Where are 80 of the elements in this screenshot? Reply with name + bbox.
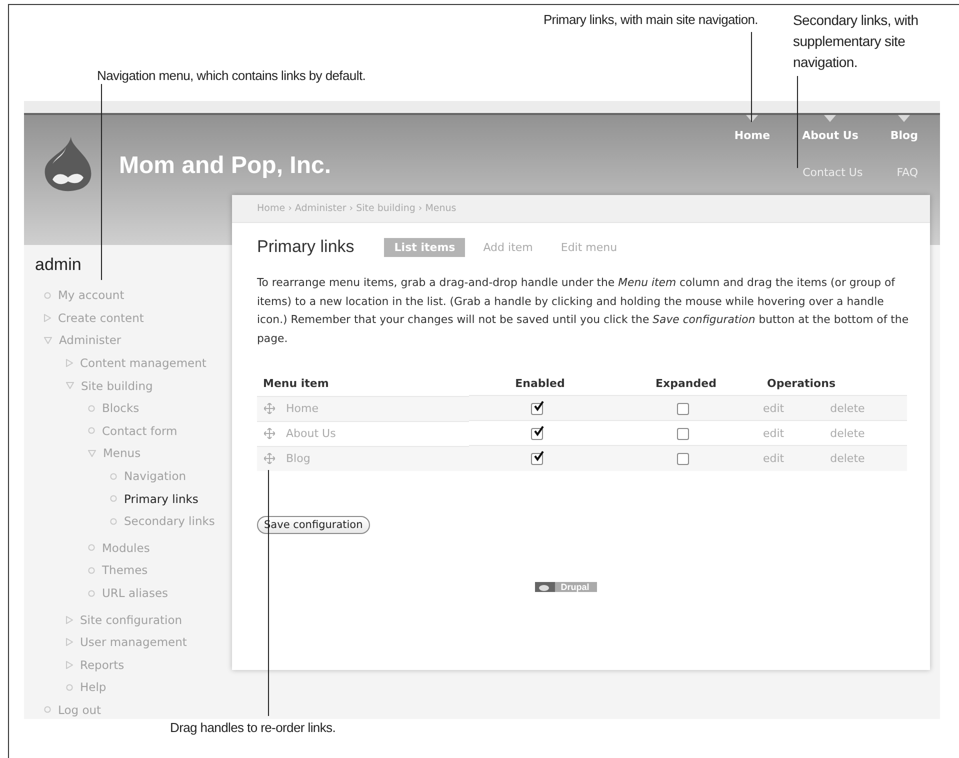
circle-bullet-icon [44,706,51,714]
down-triangle-icon [44,336,52,344]
tab[interactable]: Add item [473,238,543,256]
edit-link[interactable]: edit [763,426,784,440]
down-triangle-icon [88,450,96,457]
sidebar-item[interactable]: Content management [80,356,206,370]
column-header: Menu item [263,377,329,390]
circle-bullet-icon [88,566,95,574]
right-triangle-icon [66,616,73,624]
sidebar-item[interactable]: My account [58,288,124,302]
circle-bullet-icon [88,427,95,434]
down-triangle-icon [66,382,74,390]
pointer-icon [824,115,836,122]
primary-link[interactable]: About Us [802,129,858,142]
edit-link[interactable]: edit [763,402,784,415]
circle-bullet-icon [44,292,51,299]
sidebar-item[interactable]: Reports [80,658,124,672]
powered-by-badge[interactable]: Drupal [534,582,598,592]
callout-text: Drag handles to re-order links. [170,720,336,735]
sidebar-item[interactable]: Help [80,680,106,694]
circle-bullet-icon [66,684,73,691]
sidebar-item[interactable]: Navigation [124,469,186,484]
circle-bullet-icon [88,544,95,552]
expanded-checkbox[interactable] [677,453,689,466]
column-header: Enabled [515,376,565,390]
expanded-checkbox[interactable] [677,428,689,440]
callout-text: Primary links, with main site navigation. [543,12,758,27]
sidebar-item[interactable]: Create content [58,310,144,325]
delete-link[interactable]: delete [830,426,865,440]
sidebar-item[interactable]: Blocks [102,401,140,416]
sidebar-item[interactable]: Primary links [124,492,198,506]
sidebar-item[interactable]: URL aliases [102,586,168,600]
enabled-checkbox[interactable] [531,453,543,466]
primary-link[interactable]: Blog [890,129,918,142]
drag-handle-icon[interactable] [264,428,275,440]
tab[interactable]: List items [384,238,466,256]
pointer-icon [898,115,910,122]
delete-link[interactable]: delete [830,452,865,466]
right-triangle-icon [66,359,73,368]
sidebar-item[interactable]: Modules [102,540,150,555]
right-triangle-icon [66,638,73,646]
circle-bullet-icon [110,472,117,480]
right-triangle-icon [44,314,51,322]
drag-handle-icon[interactable] [264,453,275,464]
menu-item-name: Blog [286,452,310,466]
sidebar-item[interactable]: Menus [103,446,141,460]
right-triangle-icon [66,660,73,669]
delete-link[interactable]: delete [830,402,865,415]
column-header: Expanded [656,376,716,390]
drag-handle-icon[interactable] [264,403,275,414]
circle-bullet-icon [110,518,117,525]
callout-text: Navigation menu, which contains links by default. [97,68,366,83]
sidebar-item[interactable]: Contact form [102,424,178,438]
sidebar-item[interactable]: Themes [102,563,148,578]
tab[interactable]: Edit menu [550,238,628,256]
sidebar-item[interactable]: Secondary links [124,514,215,528]
sidebar-item[interactable]: Site building [81,378,153,393]
site-name[interactable]: Mom and Pop, Inc. [119,152,332,180]
sidebar-title: admin [34,255,82,275]
circle-bullet-icon [88,404,95,412]
breadcrumb: Home › Administer › Site building › Menus [232,195,930,223]
menu-item-name: About Us [286,427,336,440]
column-header: Operations [767,376,836,390]
primary-link[interactable]: Home [734,129,770,142]
expanded-checkbox[interactable] [677,402,689,415]
sidebar-item[interactable]: Log out [58,702,102,717]
menu-item-name: Home [286,402,318,416]
sidebar-item[interactable]: Administer [59,333,122,348]
help-text: To rearrange menu items, grab a drag-and-drop handle under the Menu item column and drag the items (or group of items) to a new location in the list. (Grab a handle by clicking and holding the mouse while hovering over a handle icon.) Remember that your changes will not be saved until you click the Save configuration button at the bottom of the page. [257,275,909,347]
circle-bullet-icon [110,495,117,502]
page-title: Primary links [257,237,354,257]
sidebar-item[interactable]: Site configuration [80,612,182,627]
secondary-link[interactable]: Contact Us [802,166,863,179]
enabled-checkbox[interactable] [531,428,543,440]
circle-bullet-icon [88,590,95,597]
secondary-link[interactable]: FAQ [896,166,918,179]
callout-text: Secondary links, with supplementary site navigation. [793,11,920,72]
sidebar-item[interactable]: User management [80,635,187,650]
enabled-checkbox[interactable] [531,402,543,415]
edit-link[interactable]: edit [763,452,784,466]
